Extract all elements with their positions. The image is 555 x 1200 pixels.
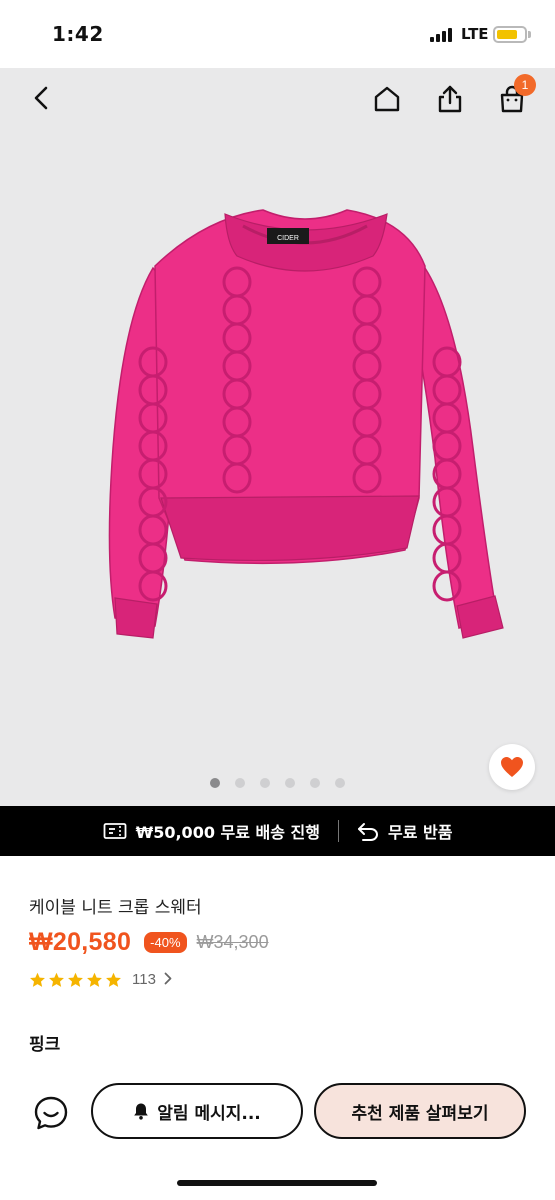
wishlist-button[interactable] bbox=[489, 744, 535, 790]
chevron-left-icon bbox=[34, 86, 48, 110]
share-icon bbox=[438, 85, 462, 113]
home-button[interactable] bbox=[369, 81, 405, 117]
network-type: LTE bbox=[461, 25, 489, 43]
chevron-right-icon bbox=[164, 970, 172, 989]
discount-badge: -40% bbox=[144, 932, 187, 953]
star-rating bbox=[29, 972, 122, 988]
battery-icon bbox=[493, 26, 527, 43]
home-icon bbox=[374, 86, 400, 112]
alert-message-button[interactable]: 알림 메시지... bbox=[91, 1083, 303, 1139]
review-count: 113 bbox=[132, 971, 156, 988]
banner-divider bbox=[337, 820, 339, 842]
recommended-products-button[interactable]: 추천 제품 살펴보기 bbox=[314, 1083, 526, 1139]
star-icon bbox=[49, 972, 64, 987]
pagination-dot[interactable] bbox=[210, 778, 220, 788]
free-shipping-text: ₩50,000 무료 배송 진행 bbox=[135, 823, 320, 842]
pagination-dot[interactable] bbox=[285, 778, 295, 788]
chat-bubble-icon bbox=[34, 1096, 68, 1130]
sale-price: ₩20,580 bbox=[29, 928, 132, 956]
price-row: ₩20,580 -40% ₩34,300 bbox=[29, 928, 269, 957]
pagination-dot[interactable] bbox=[310, 778, 320, 788]
selected-color-label: 핑크 bbox=[29, 1035, 61, 1055]
share-button[interactable] bbox=[432, 81, 468, 117]
product-title: 케이블 니트 크롭 스웨터 bbox=[29, 898, 202, 918]
rating-row[interactable]: 113 bbox=[29, 970, 172, 989]
back-button[interactable] bbox=[24, 80, 60, 116]
image-pagination-dots[interactable] bbox=[0, 778, 555, 788]
chat-button[interactable] bbox=[30, 1092, 72, 1134]
brand-label-text: CIDER bbox=[277, 235, 299, 242]
heart-icon bbox=[501, 757, 523, 777]
free-returns-text: 무료 반품 bbox=[387, 823, 453, 842]
star-icon bbox=[68, 972, 83, 987]
battery-tip bbox=[528, 31, 531, 38]
sweater-product-image: CIDER bbox=[108, 209, 504, 639]
bell-icon bbox=[134, 1103, 149, 1120]
recommended-products-label: 추천 제품 살펴보기 bbox=[351, 1103, 489, 1124]
shipping-ticket-icon bbox=[103, 823, 126, 839]
return-arrow-icon bbox=[357, 823, 378, 841]
free-shipping-info[interactable]: ₩50,000 무료 배송 진행 bbox=[103, 819, 320, 843]
free-returns-info[interactable]: 무료 반품 bbox=[357, 819, 452, 843]
pagination-dot[interactable] bbox=[335, 778, 345, 788]
pagination-dot[interactable] bbox=[235, 778, 245, 788]
product-image-gallery[interactable]: 1 CIDER bbox=[0, 68, 555, 806]
star-icon bbox=[87, 972, 102, 987]
cart-count-badge: 1 bbox=[514, 74, 536, 96]
star-icon bbox=[30, 972, 45, 987]
cellular-signal-icon bbox=[430, 28, 454, 42]
star-icon bbox=[106, 972, 121, 987]
original-price: ₩34,300 bbox=[196, 932, 269, 952]
status-time: 1:42 bbox=[52, 22, 104, 46]
promo-banner[interactable]: ₩50,000 무료 배송 진행 무료 반품 bbox=[0, 806, 555, 856]
status-bar: 1:42 LTE bbox=[0, 0, 555, 68]
alert-message-label: 알림 메시지... bbox=[157, 1103, 261, 1124]
home-indicator bbox=[177, 1180, 377, 1186]
pagination-dot[interactable] bbox=[260, 778, 270, 788]
